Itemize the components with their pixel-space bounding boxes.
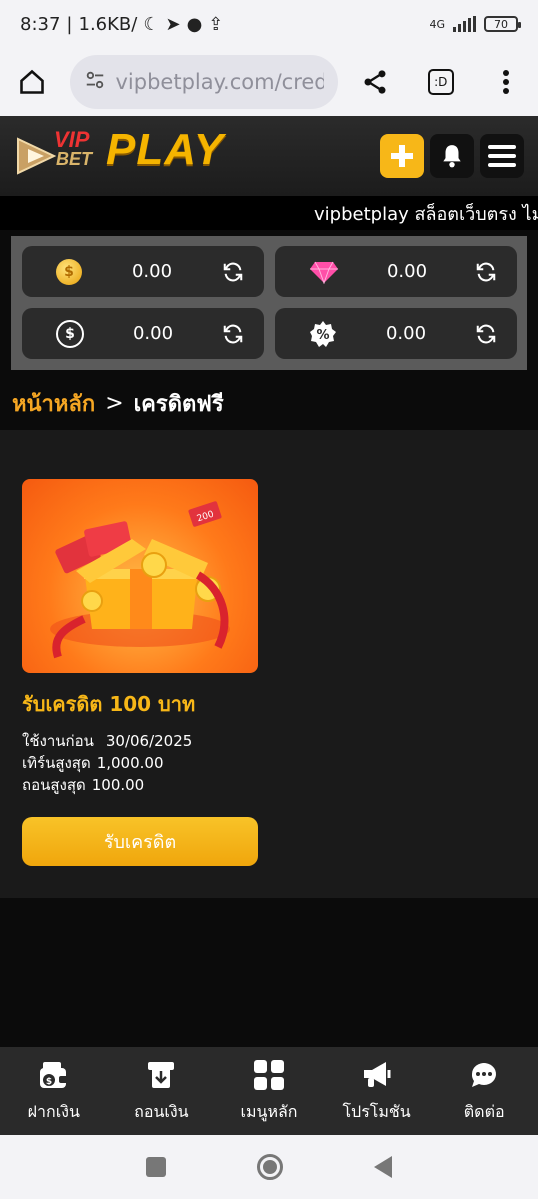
deposit-wallet-icon: $	[39, 1061, 68, 1088]
plus-icon	[391, 145, 413, 167]
withdraw-icon	[148, 1061, 175, 1088]
refresh-icon[interactable]	[475, 323, 497, 345]
home-icon[interactable]	[12, 62, 52, 102]
svg-text:$: $	[46, 1077, 52, 1087]
browser-toolbar: vipbetplay.com/creditf.. :D	[0, 48, 538, 116]
tab-switcher-button[interactable]: :D	[421, 62, 461, 102]
telegram-icon: ➤	[165, 13, 181, 35]
card-title: รับเครดิต 100 บาท	[22, 692, 196, 716]
nav-contact[interactable]: ติดต่อ	[430, 1047, 538, 1135]
moon-icon: ☾	[143, 13, 160, 35]
wallet-value: 0.00	[386, 261, 428, 282]
percent-badge-icon: %	[310, 320, 336, 347]
nav-main-menu[interactable]: เมนูหลัก	[215, 1047, 323, 1135]
turnover-row: เทิร์นสูงสุด 1,000.00	[22, 752, 192, 774]
status-bar: 8:37 | 1.6KB/ ☾ ➤ ● ⇪ 4G 70	[0, 0, 538, 48]
use-before-value: 30/06/2025	[105, 732, 193, 750]
breadcrumb-current: เครดิตฟรี	[133, 392, 224, 417]
bottom-nav: $ ฝากเงิน ถอนเงิน เมนูหลัก โปรโมชัน ติดต…	[0, 1047, 538, 1135]
more-menu-icon[interactable]	[487, 62, 527, 102]
breadcrumb-home[interactable]: หน้าหลัก	[12, 386, 95, 421]
support-chat-icon	[472, 1062, 497, 1087]
wallet-diamond: 0.00	[275, 246, 517, 297]
diamond-icon	[310, 261, 338, 284]
nav-promotion[interactable]: โปรโมชัน	[323, 1047, 431, 1135]
url-bar[interactable]: vipbetplay.com/creditf..	[69, 55, 338, 109]
wallet-value: 0.00	[131, 261, 173, 282]
breadcrumb: หน้าหลัก > เครดิตฟรี	[12, 386, 224, 421]
refresh-icon[interactable]	[222, 323, 244, 345]
turnover-value: 1,000.00	[96, 754, 164, 772]
upload-icon: ⇪	[208, 13, 224, 35]
claim-credit-button[interactable]: รับเครดิต	[22, 817, 258, 866]
turnover-label: เทิร์นสูงสุด	[22, 754, 91, 772]
withdraw-value: 100.00	[91, 776, 145, 794]
use-before-label: ใช้งานก่อน	[22, 732, 94, 750]
logo[interactable]: VIP BET PLAY	[14, 125, 223, 181]
site-settings-icon[interactable]	[84, 69, 106, 95]
withdraw-label: ถอนสูงสุด	[22, 776, 86, 794]
cashback-icon: $	[56, 319, 84, 348]
recents-button[interactable]	[145, 1157, 166, 1177]
announcement-marquee: vipbetplay สล็อตเว็บตรง ไม่ผ	[0, 196, 538, 230]
url-text: vipbetplay.com/creditf..	[115, 70, 324, 94]
breadcrumb-separator: >	[105, 391, 124, 416]
home-button[interactable]	[256, 1154, 283, 1180]
status-time: 8:37	[20, 13, 61, 35]
wallet-panel: $ 0.00 0.00 $ 0.00 % 0.00	[11, 236, 527, 370]
wallet-value: 0.00	[385, 323, 427, 344]
nav-deposit[interactable]: $ ฝากเงิน	[0, 1047, 108, 1135]
battery-icon: 70	[484, 16, 521, 32]
hamburger-icon	[488, 145, 516, 167]
refresh-icon[interactable]	[222, 261, 244, 283]
svg-text:%: %	[316, 328, 329, 343]
wallet-credit: $ 0.00	[22, 246, 264, 297]
system-nav-bar	[0, 1135, 538, 1199]
gift-box-image: 200	[50, 501, 230, 659]
nav-withdraw[interactable]: ถอนเงิน	[108, 1047, 216, 1135]
withdraw-row: ถอนสูงสุด 100.00	[22, 774, 192, 796]
network-type: 4G	[429, 17, 445, 31]
refresh-icon[interactable]	[475, 261, 497, 283]
coin-icon: $	[56, 258, 82, 285]
notification-button[interactable]	[430, 134, 474, 178]
hamburger-menu-button[interactable]	[480, 134, 524, 178]
use-before-row: ใช้งานก่อน 30/06/2025	[22, 730, 192, 752]
status-speed: 1.6KB/	[78, 13, 138, 35]
site-header: VIP BET PLAY	[0, 116, 538, 196]
wallet-cashback: $ 0.00	[22, 308, 264, 359]
add-button[interactable]	[380, 134, 424, 178]
share-icon[interactable]	[356, 62, 396, 102]
back-button[interactable]	[374, 1156, 393, 1178]
grid-menu-icon	[253, 1059, 284, 1090]
chat-bubble-icon: ●	[186, 13, 203, 35]
signal-icon	[453, 16, 476, 32]
wallet-commission: % 0.00	[275, 308, 517, 359]
bell-icon	[443, 145, 461, 168]
free-credit-image: 200	[22, 479, 258, 673]
card-info: ใช้งานก่อน 30/06/2025 เทิร์นสูงสุด 1,000…	[22, 730, 192, 796]
megaphone-icon	[363, 1061, 391, 1087]
wallet-value: 0.00	[132, 323, 174, 344]
